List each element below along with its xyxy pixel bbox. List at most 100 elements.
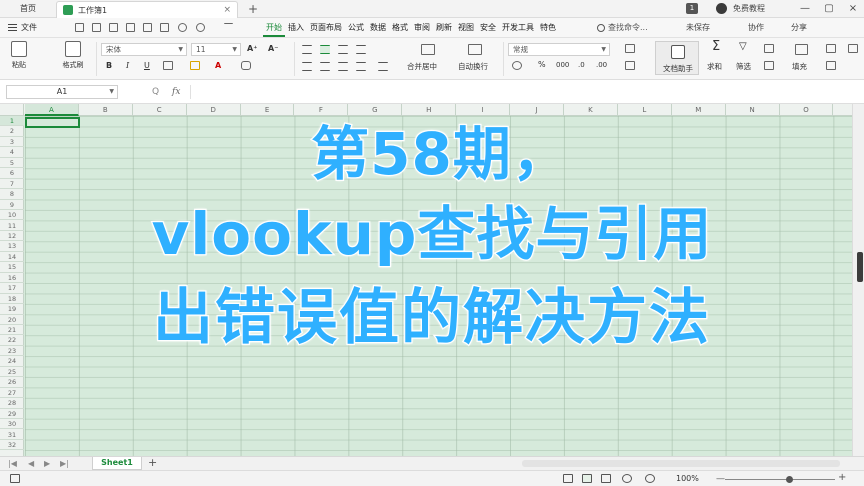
column-header-b[interactable]: B: [79, 104, 133, 116]
column-header-e[interactable]: E: [241, 104, 295, 116]
tab-data[interactable]: 数据: [367, 21, 389, 37]
column-header-f[interactable]: F: [295, 104, 349, 116]
increase-font-icon[interactable]: A⁺: [247, 43, 257, 55]
close-window-button[interactable]: ×: [846, 1, 860, 17]
eye-protection-icon[interactable]: [645, 474, 655, 483]
tab-developer[interactable]: 开发工具: [499, 21, 537, 37]
table-style-icon[interactable]: [625, 61, 635, 70]
page-break-view-icon[interactable]: [622, 474, 632, 483]
column-header-n[interactable]: N: [726, 104, 780, 116]
rows-columns-icon[interactable]: [826, 44, 836, 53]
tab-refresh[interactable]: 刷新: [433, 21, 455, 37]
tab-review[interactable]: 审阅: [411, 21, 433, 37]
next-sheet-icon[interactable]: ▶: [44, 458, 50, 470]
document-tab[interactable]: 工作簿1 ×: [56, 1, 238, 18]
sort-icon[interactable]: [764, 44, 774, 53]
italic-button[interactable]: I: [126, 60, 129, 72]
paste-button[interactable]: 粘贴: [4, 41, 34, 70]
name-box[interactable]: A1 ▼: [6, 85, 118, 99]
zoom-out-button[interactable]: —: [716, 472, 725, 486]
prev-sheet-icon[interactable]: ◀: [28, 458, 34, 470]
align-bottom-icon[interactable]: [338, 45, 348, 54]
zoom-level[interactable]: 100%: [676, 472, 699, 486]
save-icon[interactable]: [109, 23, 118, 32]
column-header-m[interactable]: M: [672, 104, 726, 116]
row-header-27[interactable]: 27: [0, 388, 24, 399]
fill-color-icon[interactable]: [190, 61, 200, 70]
column-header-j[interactable]: J: [510, 104, 564, 116]
text-direction-icon[interactable]: [356, 45, 366, 54]
redo-icon[interactable]: [196, 23, 205, 32]
currency-icon[interactable]: [512, 61, 522, 70]
column-header-h[interactable]: H: [402, 104, 457, 116]
last-sheet-icon[interactable]: ▶|: [60, 458, 69, 470]
fill-icon[interactable]: [795, 44, 808, 55]
minimize-button[interactable]: —: [798, 1, 812, 17]
first-sheet-icon[interactable]: |◀: [8, 458, 17, 470]
format-painter-button[interactable]: 格式刷: [58, 41, 88, 70]
tab-format[interactable]: 格式: [389, 21, 411, 37]
maximize-button[interactable]: ▢: [822, 1, 836, 17]
percent-button[interactable]: %: [538, 59, 546, 71]
window-count-badge[interactable]: 1: [686, 3, 698, 14]
distributed-icon[interactable]: [378, 62, 388, 71]
column-header-a[interactable]: A: [25, 104, 79, 116]
worksheet-icon[interactable]: [826, 61, 836, 70]
row-header-28[interactable]: 28: [0, 398, 24, 409]
conditional-format-icon[interactable]: [625, 44, 635, 53]
filter-icon[interactable]: [224, 23, 233, 32]
bold-button[interactable]: B: [106, 60, 112, 72]
command-search[interactable]: 查找命令...: [597, 21, 648, 35]
close-tab-icon[interactable]: ×: [223, 3, 231, 17]
row-header-30[interactable]: 30: [0, 419, 24, 430]
thousands-separator-icon[interactable]: 000: [556, 59, 569, 71]
justify-icon[interactable]: [356, 62, 366, 71]
export-pdf-icon[interactable]: [160, 23, 169, 32]
print-preview-icon[interactable]: [126, 23, 135, 32]
zoom-slider[interactable]: [725, 476, 835, 483]
tab-page-layout[interactable]: 页面布局: [307, 21, 345, 37]
row-header-31[interactable]: 31: [0, 430, 24, 440]
sum-icon[interactable]: Σ: [712, 40, 720, 53]
format-icon[interactable]: [764, 61, 774, 70]
tab-security[interactable]: 安全: [477, 21, 499, 37]
sheet-tab-sheet1[interactable]: Sheet1: [92, 457, 142, 470]
insert-function-icon[interactable]: fx: [172, 84, 180, 100]
column-header-l[interactable]: L: [618, 104, 672, 116]
horizontal-scrollbar[interactable]: [522, 460, 840, 467]
sum-button[interactable]: 求和: [707, 62, 722, 72]
new-tab-button[interactable]: +: [248, 1, 258, 17]
font-color-icon[interactable]: A: [215, 60, 221, 72]
underline-button[interactable]: U: [144, 60, 150, 72]
tab-home[interactable]: 开始: [263, 21, 285, 37]
save-status[interactable]: 未保存: [686, 21, 710, 35]
decrease-decimal-icon[interactable]: .00: [596, 59, 607, 71]
align-left-icon[interactable]: [302, 62, 312, 71]
align-top-icon[interactable]: [302, 45, 312, 54]
add-sheet-button[interactable]: +: [148, 456, 157, 470]
normal-view-icon[interactable]: [582, 474, 592, 483]
select-all-corner[interactable]: [0, 104, 24, 116]
column-header-c[interactable]: C: [133, 104, 187, 116]
tab-insert[interactable]: 插入: [285, 21, 307, 37]
column-header-o[interactable]: O: [780, 104, 834, 116]
align-middle-icon[interactable]: [320, 45, 330, 54]
wrap-text-button[interactable]: 自动换行: [458, 62, 488, 72]
filter-button[interactable]: 筛选: [736, 62, 751, 72]
file-menu[interactable]: 文件: [8, 21, 37, 35]
home-tab[interactable]: 首页: [6, 2, 50, 16]
zoom-slider-knob[interactable]: [786, 476, 793, 483]
column-header-d[interactable]: D: [187, 104, 241, 116]
border-icon[interactable]: [163, 61, 173, 70]
macro-record-icon[interactable]: [10, 474, 20, 483]
full-screen-icon[interactable]: [563, 474, 573, 483]
new-doc-icon[interactable]: [75, 23, 84, 32]
merge-center-icon[interactable]: [421, 44, 435, 55]
row-header-29[interactable]: 29: [0, 409, 24, 420]
align-center-icon[interactable]: [320, 62, 330, 71]
row-header-32[interactable]: 32: [0, 440, 24, 451]
zoom-formula-icon[interactable]: Q: [152, 84, 159, 100]
merge-center-button[interactable]: 合并居中: [407, 62, 437, 72]
increase-decimal-icon[interactable]: .0: [578, 59, 585, 71]
share-button[interactable]: 分享: [791, 21, 807, 35]
